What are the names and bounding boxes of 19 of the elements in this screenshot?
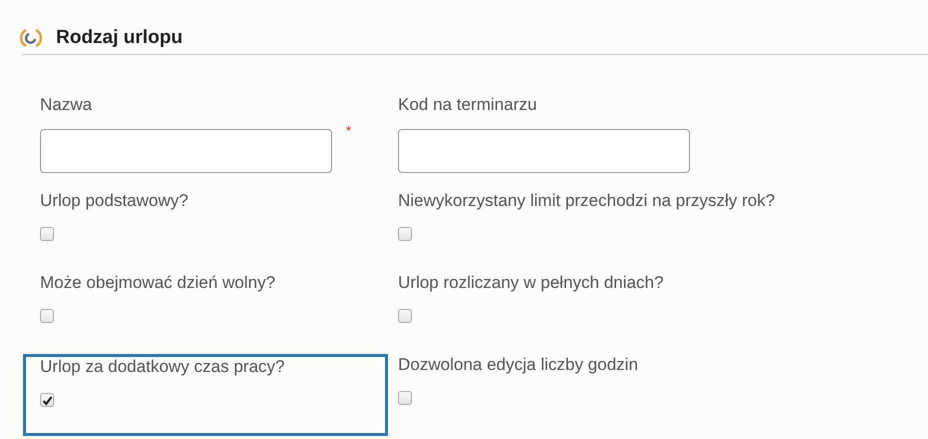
- signal-icon: [20, 27, 42, 49]
- field-label: Kod na terminarzu: [398, 95, 537, 115]
- checkbox[interactable]: [40, 393, 54, 407]
- checkbox[interactable]: [398, 391, 412, 405]
- checkbox[interactable]: [398, 309, 412, 323]
- checkbox-label: Urlop za dodatkowy czas pracy?: [40, 357, 285, 377]
- checkbox-label: Urlop rozliczany w pełnych dniach?: [398, 273, 664, 293]
- input-field[interactable]: [40, 129, 332, 173]
- required-mark: *: [346, 123, 352, 138]
- checkbox-label: Dozwolona edycja liczby godzin: [398, 355, 638, 375]
- checkbox-label: Urlop podstawowy?: [40, 191, 188, 211]
- checkbox-label: Niewykorzystany limit przechodzi na przyszły rok?: [398, 191, 775, 211]
- checkbox[interactable]: [40, 309, 54, 323]
- section-title: Rodzaj urlopu: [56, 27, 183, 49]
- checkbox-label: Może obejmować dzień wolny?: [40, 273, 276, 293]
- checkbox[interactable]: [40, 227, 54, 241]
- field-label: Nazwa: [40, 95, 92, 115]
- checkbox[interactable]: [398, 227, 412, 241]
- input-field[interactable]: [398, 129, 690, 173]
